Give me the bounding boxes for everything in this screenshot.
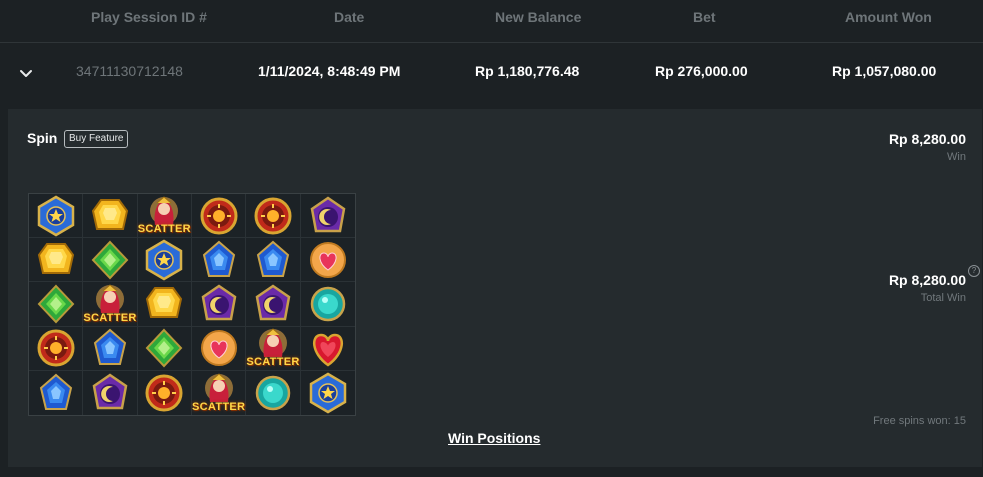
chevron-down-icon[interactable] <box>14 61 38 85</box>
green-gem-icon <box>35 283 77 325</box>
column-header-amount-won: Amount Won <box>845 9 932 25</box>
reel-cell <box>191 326 247 371</box>
buy-feature-badge: Buy Feature <box>64 130 129 148</box>
yellow-gem-icon <box>35 239 77 281</box>
total-win-amount: Rp 8,280.00 <box>888 272 966 288</box>
yellow-gem-icon <box>143 283 185 325</box>
reel-cell <box>191 282 247 327</box>
scatter-label: SCATTER <box>137 223 191 236</box>
reel-cell <box>191 238 247 283</box>
blue-star-gem-icon <box>307 372 349 414</box>
purple-moon-gem-icon <box>89 372 131 414</box>
column-header-new-balance: New Balance <box>495 9 582 25</box>
scatter-label: SCATTER <box>246 355 300 368</box>
help-icon[interactable]: ? <box>968 265 980 277</box>
reel-cell <box>83 194 138 239</box>
reel-cell <box>246 370 301 415</box>
reel-cell: SCATTER <box>192 370 247 415</box>
session-bet: Rp 276,000.00 <box>655 63 748 79</box>
spin-details-panel: Spin Buy Feature Rp 8,280.00 Win Rp 8,28… <box>8 109 982 467</box>
teal-gem-icon <box>307 283 349 325</box>
column-header-date: Date <box>334 9 365 25</box>
win-positions-link[interactable]: Win Positions <box>448 430 540 446</box>
reel-cell <box>138 370 192 415</box>
session-amount-won: Rp 1,057,080.00 <box>832 63 937 79</box>
purple-moon-gem-icon <box>198 283 240 325</box>
yellow-gem-icon <box>89 195 131 237</box>
reel-cell <box>29 282 84 327</box>
teal-gem-icon <box>252 372 294 414</box>
win-amount: Rp 8,280.00 <box>888 131 966 147</box>
reel-cell <box>29 194 84 239</box>
session-id: 34711130712148 <box>76 63 183 79</box>
reel-cell <box>191 194 247 239</box>
red-sun-gem-icon <box>143 372 185 414</box>
session-new-balance: Rp 1,180,776.48 <box>475 63 580 79</box>
column-header-session-id: Play Session ID # <box>91 9 207 25</box>
spin-title: Spin <box>27 130 58 146</box>
table-header: Play Session ID # Date New Balance Bet A… <box>0 0 983 43</box>
reel-cell <box>83 370 138 415</box>
purple-moon-gem-icon <box>252 283 294 325</box>
reel-cell <box>29 238 84 283</box>
free-spins-won: Free spins won: 15 <box>873 415 966 427</box>
reel-cell <box>29 370 84 415</box>
heart-gem-icon <box>198 327 240 369</box>
scatter-label: SCATTER <box>83 311 137 324</box>
red-heart-gem-icon <box>307 327 349 369</box>
reel-cell <box>137 238 192 283</box>
blue-star-gem-icon <box>143 239 185 281</box>
table-row[interactable]: 34711130712148 1/11/2024, 8:48:49 PM Rp … <box>0 43 983 108</box>
red-sun-gem-icon <box>252 195 294 237</box>
reel-cell <box>137 282 192 327</box>
session-date: 1/11/2024, 8:48:49 PM <box>258 63 401 79</box>
scatter-label: SCATTER <box>192 401 246 413</box>
red-sun-gem-icon <box>198 195 240 237</box>
win-label: Win <box>947 151 966 163</box>
reel-grid: SCATTER SCATTER SCATTER SCATTER <box>28 193 356 416</box>
reel-cell <box>29 326 84 371</box>
heart-gem-icon <box>307 239 349 281</box>
reel-cell <box>246 282 301 327</box>
blue-gem-icon <box>35 372 77 414</box>
reel-cell <box>83 326 138 371</box>
blue-gem-icon <box>89 327 131 369</box>
blue-star-gem-icon <box>35 195 77 237</box>
reel-cell: SCATTER <box>137 194 192 239</box>
column-header-bet: Bet <box>693 9 716 25</box>
green-gem-icon <box>89 239 131 281</box>
reel-cell <box>137 326 192 371</box>
total-win-label: Total Win <box>920 292 966 304</box>
reel-cell <box>301 371 355 415</box>
reel-cell <box>300 238 355 283</box>
reel-cell <box>300 327 355 371</box>
purple-moon-gem-icon <box>307 195 349 237</box>
blue-gem-icon <box>198 239 240 281</box>
reel-cell <box>300 194 355 239</box>
reel-cell <box>246 194 301 239</box>
reel-cell <box>246 238 301 283</box>
red-sun-gem-icon <box>35 327 77 369</box>
reel-cell <box>300 282 355 327</box>
reel-cell <box>83 238 138 283</box>
reel-cell: SCATTER <box>83 282 138 327</box>
green-gem-icon <box>143 327 185 369</box>
blue-gem-icon <box>252 239 294 281</box>
reel-cell: SCATTER <box>246 326 301 371</box>
